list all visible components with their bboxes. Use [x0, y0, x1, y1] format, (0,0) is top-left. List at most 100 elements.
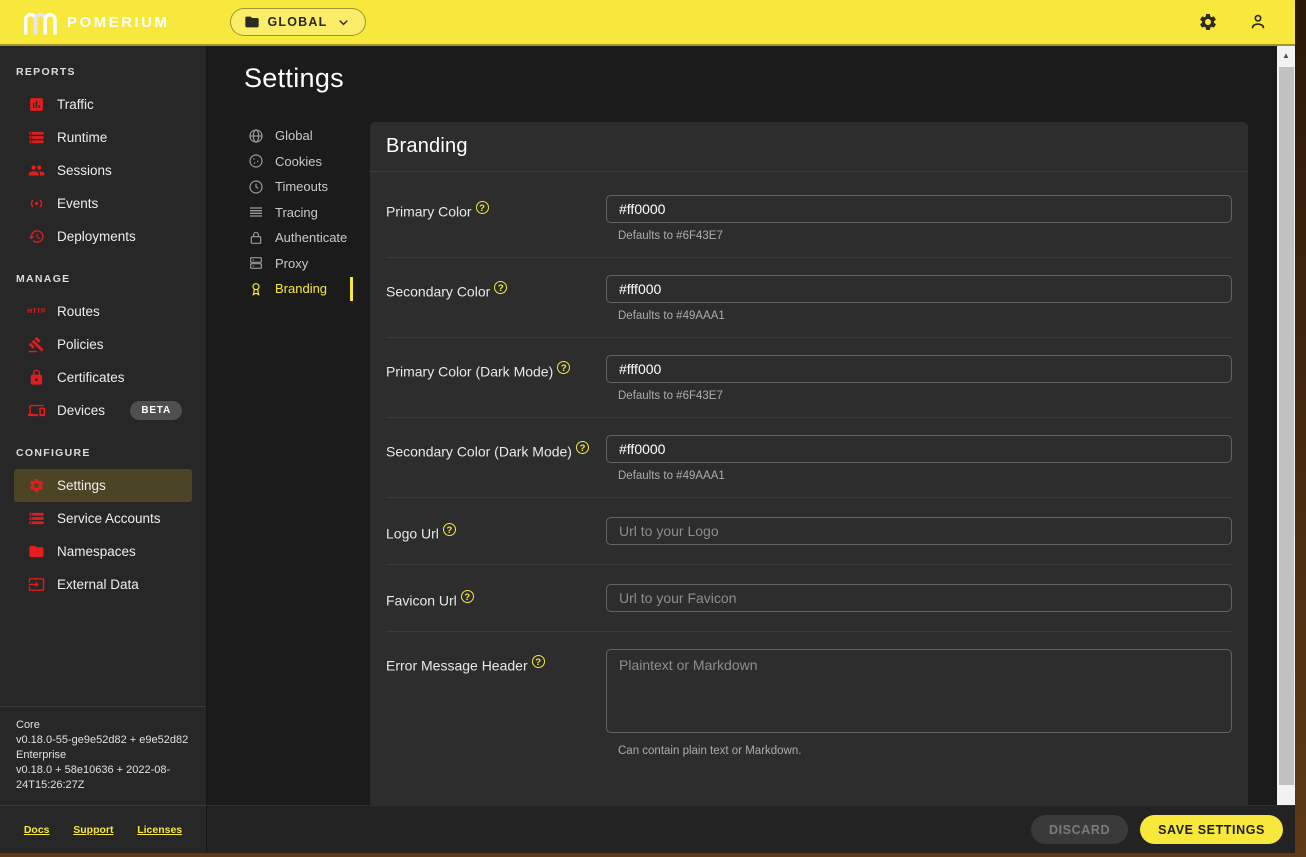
field-rows: Primary Color?Defaults to #6F43E7Seconda…: [370, 172, 1248, 773]
globe-icon: [247, 127, 264, 144]
settings-tab-timeouts[interactable]: Timeouts: [247, 174, 353, 200]
settings-tab-label: Timeouts: [275, 179, 328, 194]
settings-tabs: Global Cookies Timeouts TracingAuthenticate…: [247, 96, 353, 805]
namespace-label: GLOBAL: [268, 15, 328, 29]
sidebar-item-events[interactable]: Events: [14, 187, 192, 220]
settings-tab-global[interactable]: Global: [247, 123, 353, 149]
brand-name: POMERIUM: [67, 14, 170, 31]
chevron-down-icon: [335, 14, 352, 31]
settings-tab-tracing[interactable]: Tracing: [247, 200, 353, 226]
sidebar-footer: Docs Support Licenses: [0, 805, 207, 853]
sidebar-item-label: Devices: [57, 403, 105, 418]
cookie-icon: [247, 153, 264, 170]
user-account-button[interactable]: [1247, 11, 1269, 33]
sidebar-item-certificates[interactable]: Certificates: [14, 361, 192, 394]
panel-header: Branding: [370, 122, 1248, 172]
namespace-selector[interactable]: GLOBAL: [230, 8, 367, 36]
clock-icon: [247, 178, 264, 195]
settings-tab-authenticate[interactable]: Authenticate: [247, 225, 353, 251]
sidebar-item-external-data[interactable]: External Data: [14, 568, 192, 601]
favicon-url-input[interactable]: [606, 584, 1232, 612]
content-scrollbar[interactable]: ▲: [1277, 46, 1295, 805]
save-settings-button[interactable]: SAVE SETTINGS: [1140, 815, 1283, 844]
nav-section-title: CONFIGURE: [0, 427, 206, 469]
help-icon[interactable]: ?: [576, 441, 589, 454]
settings-tab-label: Global: [275, 128, 313, 143]
sidebar-item-label: Namespaces: [57, 544, 136, 559]
settings-tab-cookies[interactable]: Cookies: [247, 149, 353, 175]
sidebar-item-traffic[interactable]: Traffic: [14, 88, 192, 121]
field-helper-text: Defaults to #6F43E7: [618, 390, 1232, 402]
sidebar-item-label: Deployments: [57, 229, 136, 244]
runtime-icon: [28, 129, 45, 146]
deployments-icon: [28, 228, 45, 245]
help-icon[interactable]: ?: [494, 281, 507, 294]
sidebar-item-settings[interactable]: Settings: [14, 469, 192, 502]
help-icon[interactable]: ?: [476, 201, 489, 214]
logo-url-input[interactable]: [606, 517, 1232, 545]
branding-panel: Branding Primary Color?Defaults to #6F43…: [370, 122, 1248, 805]
field-input-wrap: Defaults to #6F43E7: [606, 195, 1232, 242]
action-footer: DISCARD SAVE SETTINGS: [207, 805, 1297, 853]
scroll-up-arrow-icon[interactable]: ▲: [1277, 46, 1295, 64]
field-row-favicon-url: Favicon Url?: [386, 565, 1232, 632]
secondary-color-input[interactable]: [606, 275, 1232, 303]
sidebar-item-namespaces[interactable]: Namespaces: [14, 535, 192, 568]
top-actions: [1197, 11, 1269, 33]
field-input-wrap: Defaults to #49AAA1: [606, 435, 1232, 482]
docs-link[interactable]: Docs: [24, 824, 50, 836]
branding-icon: [247, 280, 264, 297]
nav-section-title: REPORTS: [0, 46, 206, 88]
field-row-primary-color-dark-mode: Primary Color (Dark Mode)? Defaults to #6…: [386, 338, 1232, 418]
field-label-text: Favicon Url: [386, 593, 457, 609]
sidebar-item-runtime[interactable]: Runtime: [14, 121, 192, 154]
sidebar-item-deployments[interactable]: Deployments: [14, 220, 192, 253]
sidebar-item-label: Routes: [57, 304, 100, 319]
nav-section-title: MANAGE: [0, 253, 206, 295]
error-message-header-textarea[interactable]: [606, 649, 1232, 733]
field-label-text: Primary Color (Dark Mode): [386, 364, 553, 380]
sidebar-item-service-accounts[interactable]: Service Accounts: [14, 502, 192, 535]
secondary-color-dark-mode-input[interactable]: [606, 435, 1232, 463]
sidebar-item-label: Policies: [57, 337, 104, 352]
window-edge-bottom: [0, 853, 1306, 857]
settings-tab-branding[interactable]: Branding: [247, 276, 353, 302]
settings-tab-proxy[interactable]: Proxy: [247, 251, 353, 277]
devices-icon: [28, 402, 45, 419]
sidebar-item-label: Runtime: [57, 130, 107, 145]
field-label: Favicon Url?: [386, 584, 606, 612]
sidebar-item-policies[interactable]: Policies: [14, 328, 192, 361]
settings-gear-button[interactable]: [1197, 11, 1219, 33]
sidebar-item-sessions[interactable]: Sessions: [14, 154, 192, 187]
enterprise-version-value: v0.18.0 + 58e10636 + 2022-08-24T15:26:27…: [16, 763, 190, 793]
primary-color-dark-mode-input[interactable]: [606, 355, 1232, 383]
sidebar-item-label: Service Accounts: [57, 511, 161, 526]
events-icon: [28, 195, 45, 212]
settings-tab-label: Branding: [275, 281, 327, 296]
field-helper-text: Defaults to #49AAA1: [618, 470, 1232, 482]
main-content: Settings GlobalCookiesTimeoutsTracingAut…: [207, 46, 1277, 805]
help-icon[interactable]: ?: [532, 655, 545, 668]
service-accounts-icon: [28, 510, 45, 527]
support-link[interactable]: Support: [73, 824, 113, 836]
help-icon[interactable]: ?: [443, 523, 456, 536]
help-icon[interactable]: ?: [557, 361, 570, 374]
sidebar-item-routes[interactable]: HTTPRoutes: [14, 295, 192, 328]
field-label-text: Error Message Header: [386, 658, 528, 674]
field-input-wrap: Can contain plain text or Markdown.: [606, 649, 1232, 757]
primary-color-input[interactable]: [606, 195, 1232, 223]
enterprise-version-label: Enterprise: [16, 748, 190, 763]
field-input-wrap: Defaults to #6F43E7: [606, 355, 1232, 402]
discard-button[interactable]: DISCARD: [1031, 815, 1128, 844]
top-bar: POMERIUM GLOBAL: [0, 0, 1295, 46]
help-icon[interactable]: ?: [461, 590, 474, 603]
scrollbar-thumb[interactable]: [1279, 67, 1294, 785]
sidebar-item-devices[interactable]: DevicesBETA: [14, 394, 192, 427]
field-helper-text: Defaults to #49AAA1: [618, 310, 1232, 322]
licenses-link[interactable]: Licenses: [137, 824, 182, 836]
field-input-wrap: Defaults to #49AAA1: [606, 275, 1232, 322]
pomerium-logo: POMERIUM: [22, 9, 170, 36]
settings-icon: [28, 477, 45, 494]
field-label: Logo Url?: [386, 517, 606, 545]
sessions-icon: [28, 162, 45, 179]
